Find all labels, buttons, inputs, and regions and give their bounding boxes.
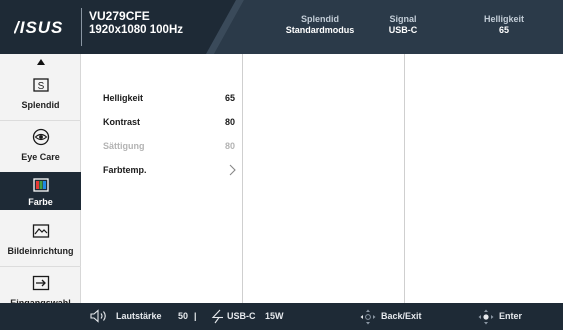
header-stat-splendid: Splendid Standardmodus — [272, 14, 368, 36]
sidebar-item-label: Farbe — [28, 197, 53, 207]
header-bar: /ISUS VU279CFE 1920x1080 100Hz Splendid … — [0, 0, 563, 54]
input-select-icon — [32, 275, 50, 291]
sidebar-item-splendid[interactable]: S Splendid — [0, 68, 81, 120]
header-stat-brightness: Helligkeit 65 — [474, 14, 534, 36]
sidebar-item-color[interactable]: Farbe — [0, 172, 81, 210]
stat-value: 65 — [498, 25, 509, 35]
svg-text:S: S — [38, 81, 45, 92]
footer-separator: | — [194, 311, 197, 321]
logo-divider — [81, 8, 82, 46]
sidebar-item-label: Eye Care — [21, 152, 60, 162]
volume-icon — [90, 309, 106, 323]
sidebar: S Splendid Eye Care Farbe Bildeinrichtun… — [0, 54, 81, 326]
lightning-icon — [211, 309, 223, 324]
row-label: Sättigung — [103, 141, 145, 151]
stat-label: Signal — [389, 14, 417, 24]
stat-label: Splendid — [301, 14, 339, 24]
stat-label: Helligkeit — [483, 14, 524, 24]
row-value: 65 — [224, 93, 235, 103]
volume-label: Lautstärke — [116, 311, 162, 321]
panel-divider — [404, 54, 405, 303]
triangle-up-icon[interactable] — [0, 58, 81, 67]
sidebar-item-label: Bildeinrichtung — [7, 246, 74, 256]
enter-label: Enter — [499, 311, 523, 321]
menu-row-brightness[interactable]: Helligkeit 65 — [103, 91, 243, 105]
footer-bar: Lautstärke 50 | USB-C 15W Back/Exit Ente… — [0, 303, 563, 330]
back-exit-label: Back/Exit — [381, 311, 422, 321]
volume-value: 50 — [178, 311, 189, 321]
joystick-left-icon — [360, 309, 376, 325]
sidebar-item-image-setup[interactable]: Bildeinrichtung — [0, 214, 81, 266]
resolution-text: 1920x1080 100Hz — [89, 24, 183, 36]
menu-row-saturation: Sättigung 80 — [103, 139, 243, 153]
stat-value: USB-C — [388, 25, 418, 35]
stat-value: Standardmodus — [285, 25, 355, 35]
svg-text:/ISUS: /ISUS — [14, 18, 63, 37]
row-value: 80 — [224, 141, 235, 151]
eye-care-icon — [32, 128, 50, 146]
usb-power-value: 15W — [265, 311, 284, 321]
splendid-icon: S — [33, 78, 49, 92]
sidebar-item-label: Splendid — [21, 100, 60, 110]
chevron-right-icon — [229, 164, 236, 176]
row-value: 80 — [224, 117, 235, 127]
menu-row-color-temp[interactable]: Farbtemp. — [103, 163, 243, 177]
row-label: Farbtemp. — [103, 165, 147, 175]
header-stat-signal: Signal USB-C — [378, 14, 428, 36]
menu-row-contrast[interactable]: Kontrast 80 — [103, 115, 243, 129]
joystick-press-icon — [478, 309, 494, 325]
image-setup-icon — [32, 224, 50, 238]
asus-logo: /ISUS — [14, 18, 63, 37]
model-name: VU279CFE — [89, 9, 150, 23]
row-label: Helligkeit — [103, 93, 144, 103]
usb-label: USB-C — [227, 311, 256, 321]
sidebar-item-eye-care[interactable]: Eye Care — [0, 120, 81, 172]
color-icon — [33, 178, 49, 192]
row-label: Kontrast — [103, 117, 141, 127]
